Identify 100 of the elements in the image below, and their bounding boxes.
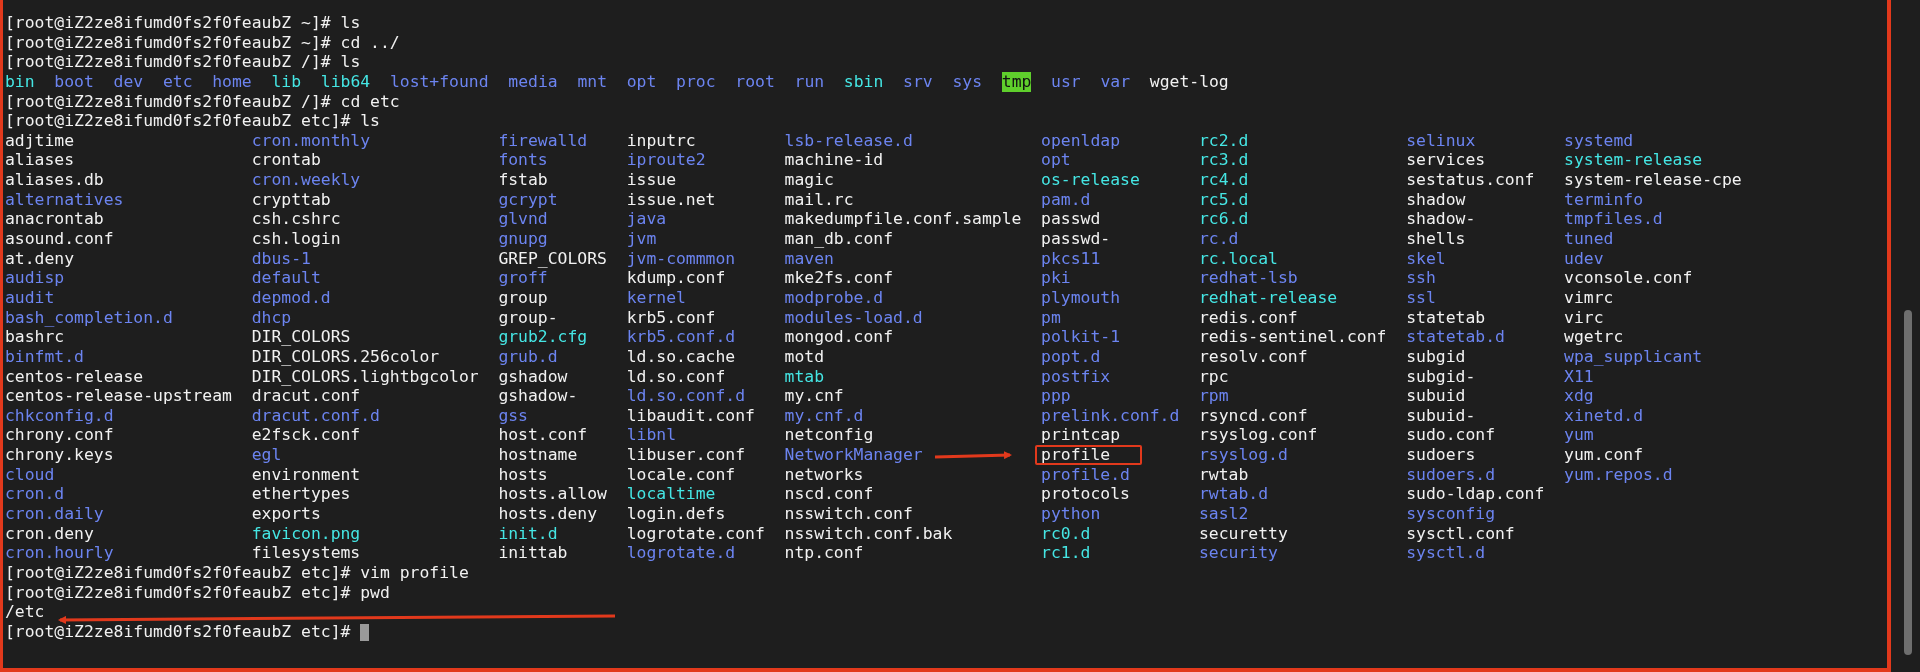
file-name: sestatus.conf	[1406, 170, 1535, 190]
link-name: favicon.png	[251, 523, 361, 543]
directory-name: polkit-1	[1041, 327, 1121, 347]
directory-name: lost+found	[389, 71, 489, 92]
command-line: [root@iZ2ze8ifumd0fs2f0feaubZ etc]#	[5, 621, 351, 641]
link-name: os-release	[1041, 170, 1140, 190]
file-name: libuser.conf	[626, 445, 746, 465]
directory-name: lsb-release.d	[784, 130, 913, 150]
directory-name: firewalld	[498, 130, 588, 150]
file-name: redis.conf	[1198, 307, 1298, 327]
directory-name: rc.d	[1198, 229, 1239, 249]
directory-name: jvm-commmon	[626, 248, 736, 268]
file-name: passwd-	[1041, 229, 1111, 249]
file-name: krb5.conf	[626, 307, 716, 327]
file-name: csh.cshrc	[251, 209, 341, 229]
directory-name: cron.weekly	[251, 170, 361, 190]
directory-name: sasl2	[1198, 504, 1249, 523]
directory-name: opt	[626, 71, 657, 92]
directory-name: sysconfig	[1406, 504, 1495, 523]
file-name: services	[1406, 150, 1486, 170]
directory-name: pki	[1041, 268, 1071, 288]
directory-name: selinux	[1406, 130, 1476, 150]
file-name: motd	[784, 346, 824, 366]
file-name: locale.conf	[626, 464, 736, 484]
directory-name: java	[626, 209, 667, 229]
directory-name: prelink.conf.d	[1041, 405, 1180, 425]
directory-name: rwtab.d	[1198, 484, 1269, 504]
directory-name: yum	[1564, 425, 1594, 445]
scrollbar-thumb[interactable]	[1904, 310, 1912, 655]
directory-name: default	[251, 268, 321, 288]
directory-name: run	[794, 71, 825, 92]
file-name: virc	[1564, 307, 1604, 327]
file-name: chrony.conf	[5, 425, 114, 445]
file-name: makedumpfile.conf.sample	[784, 209, 1022, 229]
directory-name: plymouth	[1041, 287, 1121, 307]
file-name: yum.conf	[1564, 445, 1643, 465]
directory-name: iproute2	[626, 150, 706, 170]
directory-name: dhcp	[251, 307, 292, 327]
directory-name: home	[212, 71, 252, 92]
link-name: rc6.d	[1198, 209, 1249, 229]
file-name: mongod.conf	[784, 327, 894, 347]
command-line: [root@iZ2ze8ifumd0fs2f0feaubZ ~]# cd ../	[5, 32, 400, 52]
link-name: init.d	[498, 523, 558, 543]
file-name: DIR_COLORS.lightbgcolor	[251, 366, 479, 386]
file-name: issue.net	[626, 189, 716, 209]
directory-name: krb5.conf.d	[626, 327, 736, 347]
directory-name: chkconfig.d	[5, 405, 114, 425]
file-name: chrony.keys	[5, 445, 114, 465]
directory-name: cloud	[5, 464, 55, 484]
file-name: wgetrc	[1564, 327, 1624, 347]
file-name: securetty	[1198, 523, 1288, 543]
file-name: e2fsck.conf	[251, 425, 361, 445]
directory-name: pm	[1041, 307, 1061, 327]
file-name: nsswitch.conf	[784, 504, 913, 523]
file-name: DIR_COLORS.256color	[251, 346, 440, 366]
directory-name: popt.d	[1041, 346, 1101, 366]
file-name: centos-release	[5, 366, 144, 386]
directory-name: cron.d	[5, 484, 65, 504]
file-name: machine-id	[784, 150, 884, 170]
file-name: ethertypes	[251, 484, 351, 504]
file-name: my.cnf	[784, 386, 844, 406]
directory-name: kernel	[626, 287, 686, 307]
file-name: DIR_COLORS	[251, 327, 351, 347]
directory-name: fonts	[498, 150, 548, 170]
file-name: inittab	[498, 543, 568, 563]
directory-name: glvnd	[498, 209, 548, 229]
file-name: sudo-ldap.conf	[1406, 484, 1545, 504]
file-name: hosts	[498, 464, 548, 484]
directory-name: gcrypt	[498, 189, 558, 209]
directory-name: udev	[1564, 248, 1604, 268]
link-name: rc0.d	[1041, 523, 1091, 543]
file-name: login.defs	[626, 504, 726, 523]
file-name: shadow-	[1406, 209, 1476, 229]
directory-name: proc	[676, 71, 716, 92]
file-name: protocols	[1041, 484, 1130, 504]
file-name: subuid	[1406, 386, 1466, 406]
file-name: GREP_COLORS	[498, 248, 607, 268]
directory-name: cron.monthly	[251, 130, 371, 150]
file-name: sudo.conf	[1406, 425, 1495, 445]
file-name: fstab	[498, 170, 548, 190]
directory-name: mnt	[577, 71, 607, 92]
directory-name: binfmt.d	[5, 346, 84, 366]
link-name: rc5.d	[1198, 189, 1249, 209]
directory-name: dbus-1	[251, 248, 311, 268]
directory-name: statetab.d	[1406, 327, 1505, 347]
command-line: [root@iZ2ze8ifumd0fs2f0feaubZ etc]# vim profile	[5, 562, 469, 582]
directory-name: python	[1041, 504, 1101, 523]
directory-name: tuned	[1564, 229, 1614, 249]
file-name: bashrc	[5, 327, 65, 347]
link-name: lib	[271, 71, 302, 92]
file-name: subgid-	[1406, 366, 1476, 386]
file-name: aliases.db	[5, 170, 104, 190]
link-name: mtab	[784, 366, 824, 386]
command-line: [root@iZ2ze8ifumd0fs2f0feaubZ /]# ls	[5, 52, 361, 72]
directory-name: terminfo	[1564, 189, 1643, 209]
link-name: rc4.d	[1198, 170, 1249, 190]
command-output: /etc	[5, 602, 45, 622]
command-line: [root@iZ2ze8ifumd0fs2f0feaubZ etc]# pwd	[5, 582, 390, 602]
file-name: sudoers	[1406, 445, 1476, 465]
directory-name: ssl	[1406, 287, 1436, 307]
